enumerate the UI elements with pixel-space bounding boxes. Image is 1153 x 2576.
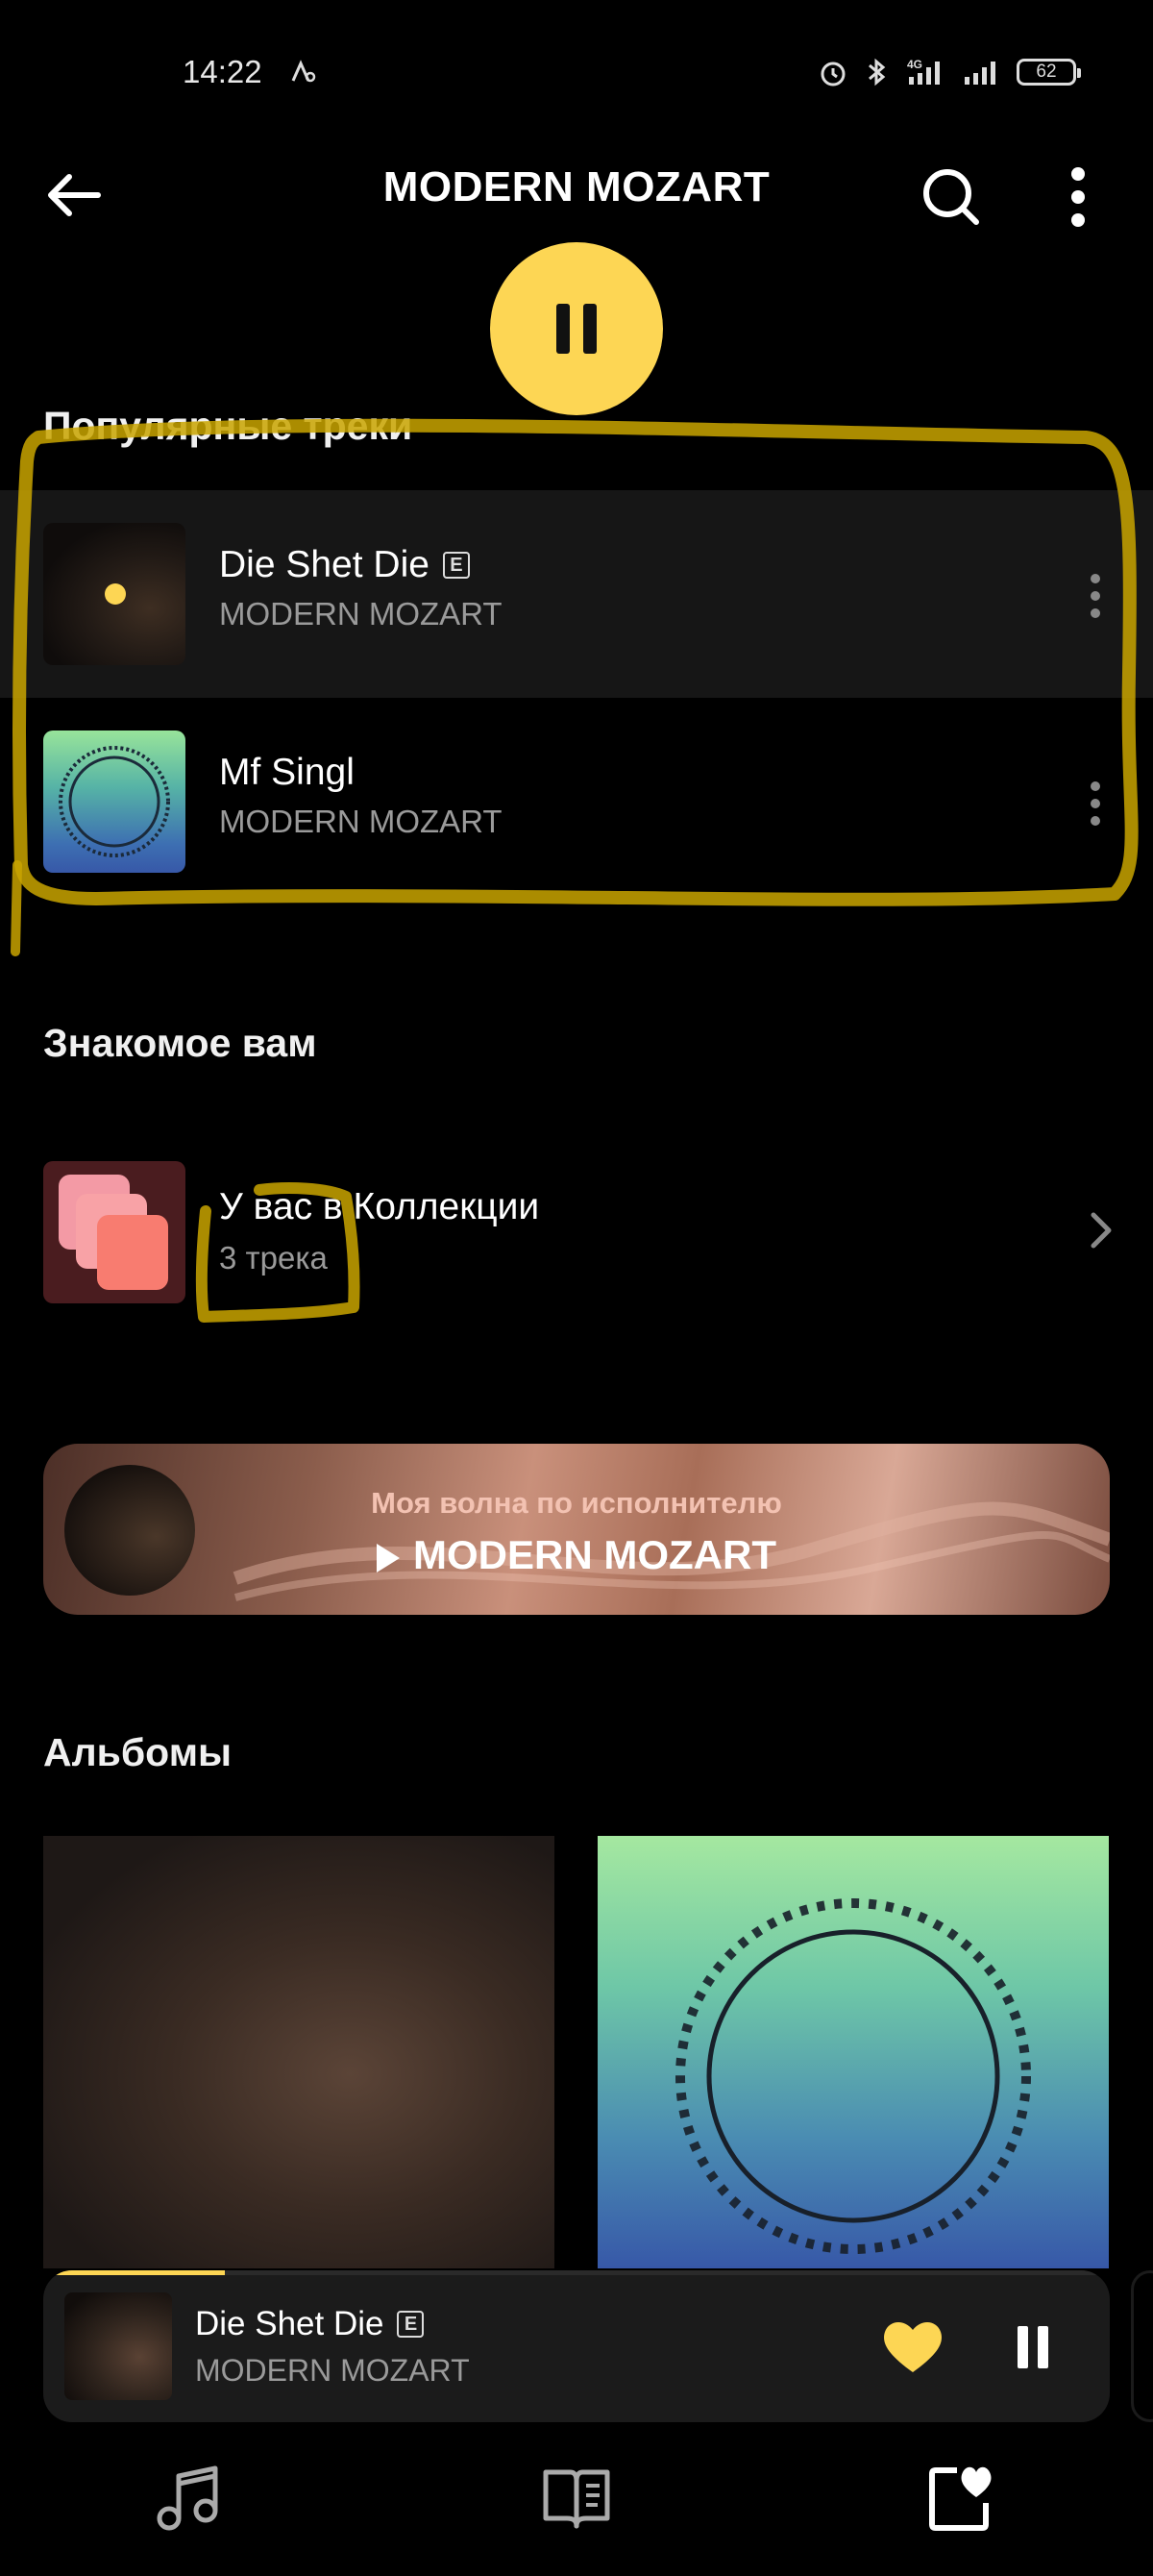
collection-row[interactable]: У вас в Коллекции 3 трека [0,1144,1153,1326]
battery-indicator: 62 [1017,59,1081,86]
mini-pause-button[interactable] [1009,2318,1057,2376]
bluetooth-icon [869,58,886,87]
track-title-row: Mf Singl [219,752,355,794]
collection-cover [43,1161,185,1303]
track-more-button[interactable] [1067,765,1124,842]
more-vertical-icon [1091,781,1100,791]
book-icon[interactable] [538,2461,615,2538]
collection-title: У вас в Коллекции [219,1186,540,1227]
track-artist: MODERN MOZART [219,804,503,839]
track-row[interactable]: Die Shet Die E MODERN MOZART [0,490,1153,698]
status-time: 14:22 [183,54,262,89]
album-art-circle [59,746,170,857]
more-vertical-icon[interactable] [1038,159,1118,235]
collection-count: 3 трека [219,1240,328,1276]
pause-icon [556,304,570,354]
collection-heart-icon[interactable] [922,2461,999,2538]
mini-player[interactable]: Die Shet Die E MODERN MOZART [43,2270,1110,2422]
album-card[interactable] [598,1836,1109,2268]
track-row[interactable]: Mf Singl MODERN MOZART [0,698,1153,905]
music-note-icon[interactable] [152,2461,229,2538]
album-art-circle [675,1898,1031,2254]
albums-heading: Альбомы [43,1730,233,1774]
pause-icon [1018,2326,1028,2368]
playback-progress-fill [43,2270,225,2275]
signal-4g-icon: 4G [907,58,940,85]
track-title-row: Die Shet Die E [219,544,470,586]
heart-icon[interactable] [879,2316,946,2376]
wave-title: MODERN MOZART [43,1532,1110,1578]
track-title: Mf Singl [219,752,355,793]
search-icon[interactable] [913,159,990,235]
familiar-heading: Знакомое вам [43,1021,317,1065]
album-card[interactable] [43,1836,554,2268]
chevron-right-icon [1091,1212,1112,1249]
svg-text:4G: 4G [907,58,922,71]
wave-decoration [233,1501,1110,1601]
wave-subtitle: Моя волна по исполнителю [371,1486,782,1520]
status-icons: 4G 62 [817,56,1081,88]
play-icon [377,1543,401,1573]
playback-progress [43,2270,1110,2275]
mini-player-title-row: Die Shet Die E [195,2305,425,2343]
next-player-card[interactable] [1131,2270,1153,2422]
track-title: Die Shet Die [219,544,429,585]
mini-player-cover [64,2292,172,2400]
more-vertical-icon [1091,574,1100,583]
mini-player-title: Die Shet Die [195,2305,384,2342]
explicit-badge: E [442,552,470,579]
artist-pause-button[interactable] [490,242,663,415]
track-artist: MODERN MOZART [219,596,503,632]
mini-player-artist: MODERN MOZART [195,2353,470,2388]
popular-tracks-heading: Популярные треки [43,404,413,448]
artist-wave-banner[interactable]: Моя волна по исполнителю MODERN MOZART [43,1444,1110,1615]
explicit-badge: E [397,2311,425,2338]
track-cover [43,523,185,665]
signal-icon [965,62,995,85]
location-icon [291,60,316,83]
track-cover [43,731,185,873]
now-playing-indicator [105,583,126,605]
alarm-icon [821,62,846,87]
track-more-button[interactable] [1067,557,1124,634]
